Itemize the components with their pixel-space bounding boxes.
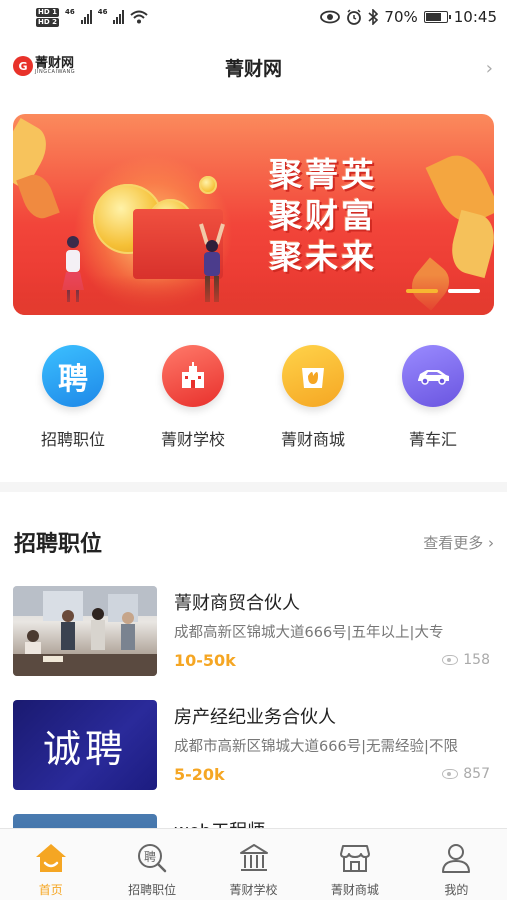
sim2-label: HD 2 xyxy=(36,17,59,27)
wifi-icon xyxy=(130,10,149,24)
quick-nav-car[interactable]: 菁车汇 xyxy=(373,345,493,450)
tab-label: 菁财学校 xyxy=(229,883,278,897)
job-view-count: 857 xyxy=(463,766,490,782)
tab-label: 首页 xyxy=(38,883,63,897)
status-left: HD 1 HD 2 46 46 xyxy=(36,7,149,27)
view-more-label: 查看更多 xyxy=(423,533,484,552)
view-more-link[interactable]: 查看更多 › xyxy=(423,532,494,553)
signal1-icon xyxy=(80,10,92,24)
tab-home[interactable]: 首页 xyxy=(0,829,101,900)
job-salary: 5-20k xyxy=(174,765,225,784)
school-building-icon xyxy=(237,841,271,875)
job-image-office xyxy=(13,814,157,828)
network1-label: 46 xyxy=(64,7,75,16)
job-views: 158 xyxy=(442,652,490,668)
carousel-dot-active[interactable] xyxy=(448,289,480,293)
chevron-right-icon[interactable]: › xyxy=(486,58,493,79)
quick-nav-label: 菁车汇 xyxy=(408,430,457,449)
eye-icon xyxy=(442,655,459,665)
banner-floor xyxy=(13,275,494,315)
sim-indicators: HD 1 HD 2 xyxy=(36,7,59,27)
logo-en: JINGCAIWANG xyxy=(35,69,76,75)
slogan-line: 聚财富 xyxy=(269,196,377,235)
svg-text:聘: 聘 xyxy=(144,850,156,864)
job-title: 菁财商贸合伙人 xyxy=(174,593,300,614)
section-title: 招聘职位 xyxy=(14,532,103,557)
status-bar: HD 1 HD 2 46 46 70% 10:45 xyxy=(0,0,507,34)
job-image-recruit-banner: 诚聘 xyxy=(13,700,157,790)
job-image-meeting xyxy=(13,586,157,676)
recruit-icon: 聘 xyxy=(42,345,104,407)
network2-label: 46 xyxy=(97,7,108,16)
page-title: 菁财网 xyxy=(224,57,282,80)
user-icon xyxy=(439,841,473,875)
status-right: 70% 10:45 xyxy=(320,8,497,26)
home-icon xyxy=(34,841,68,875)
job-card[interactable]: web工程师 xyxy=(13,814,494,828)
sim1-label: HD 1 xyxy=(36,7,59,17)
job-title: web工程师 xyxy=(174,817,265,828)
tab-label: 菁财商城 xyxy=(330,883,379,897)
brand-logo[interactable]: G 菁财网 JINGCAIWANG xyxy=(13,56,75,76)
promo-banner[interactable]: 聚菁英 聚财富 聚未来 xyxy=(13,114,494,315)
signal2-icon xyxy=(113,10,125,24)
recruit-glyph: 聘 xyxy=(58,362,88,397)
eye-icon xyxy=(442,769,459,779)
job-address: 成都市高新区锦城大道666号|无需经验|不限 xyxy=(174,739,458,755)
tab-profile[interactable]: 我的 xyxy=(406,829,507,900)
battery-percent: 70% xyxy=(384,8,418,26)
tab-label: 招聘职位 xyxy=(128,883,177,897)
job-card[interactable]: 菁财商贸合伙人 成都高新区锦城大道666号|五年以上|大专 10-50k 158 xyxy=(13,586,494,678)
eye-comfort-icon xyxy=(320,10,341,24)
job-views: 857 xyxy=(442,766,490,782)
logo-mark-icon: G xyxy=(13,56,33,76)
recruit-banner-text: 诚聘 xyxy=(42,726,127,771)
tab-label: 我的 xyxy=(444,883,469,897)
leaf-decoration xyxy=(445,209,494,279)
quick-nav-label: 菁财商城 xyxy=(280,430,345,449)
section-header: 招聘职位 查看更多 › xyxy=(14,526,494,558)
slogan-line: 聚菁英 xyxy=(269,155,377,194)
job-title: 房产经纪业务合伙人 xyxy=(174,707,336,728)
logo-text: 菁财网 JINGCAIWANG xyxy=(35,57,75,75)
jobs-section: 招聘职位 查看更多 › 菁财商贸合伙人 成都高新区锦城大道666号|五年以上|大… xyxy=(0,492,507,828)
job-address: 成都高新区锦城大道666号|五年以上|大专 xyxy=(174,625,444,641)
job-view-count: 158 xyxy=(463,652,490,668)
quick-nav-mall[interactable]: 菁财商城 xyxy=(253,345,373,450)
alarm-icon xyxy=(347,9,362,25)
clock: 10:45 xyxy=(453,8,497,26)
tab-recruit[interactable]: 聘 招聘职位 xyxy=(101,829,202,900)
quick-nav-label: 菁财学校 xyxy=(160,430,225,449)
carousel-dot[interactable] xyxy=(406,289,438,293)
quick-nav-label: 招聘职位 xyxy=(40,430,105,449)
carousel-indicator xyxy=(406,289,480,293)
car-icon xyxy=(402,345,464,407)
job-card[interactable]: 诚聘 房产经纪业务合伙人 成都市高新区锦城大道666号|无需经验|不限 5-20… xyxy=(13,700,494,792)
battery-icon xyxy=(423,11,451,23)
app-header: G 菁财网 JINGCAIWANG 菁财网 › xyxy=(0,34,507,100)
bluetooth-icon xyxy=(368,9,379,25)
tab-mall[interactable]: 菁财商城 xyxy=(304,829,405,900)
mall-icon xyxy=(282,345,344,407)
quick-nav: 聘 招聘职位 菁财学校 菁财商城 菁车汇 xyxy=(0,345,507,450)
coin-decoration xyxy=(199,176,217,194)
job-salary: 10-50k xyxy=(174,651,236,670)
leaf-decoration xyxy=(16,170,60,223)
store-icon xyxy=(338,841,372,875)
recruit-search-icon: 聘 xyxy=(135,841,169,875)
bottom-tab-bar: 首页 聘 招聘职位 菁财学校 菁财商城 我的 xyxy=(0,828,507,900)
quick-nav-recruit[interactable]: 聘 招聘职位 xyxy=(13,345,133,450)
banner-slogan: 聚菁英 聚财富 聚未来 xyxy=(269,154,377,277)
quick-nav-school[interactable]: 菁财学校 xyxy=(133,345,253,450)
tab-school[interactable]: 菁财学校 xyxy=(203,829,304,900)
school-icon xyxy=(162,345,224,407)
slogan-line: 聚未来 xyxy=(269,237,377,276)
